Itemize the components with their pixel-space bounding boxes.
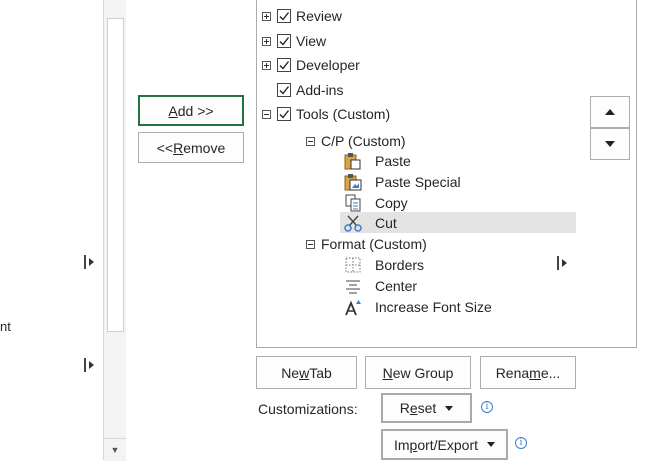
move-up-button[interactable] <box>590 96 630 128</box>
checkbox[interactable] <box>277 83 291 97</box>
checkbox[interactable] <box>277 34 291 48</box>
expand-icon[interactable] <box>262 60 271 70</box>
reset-dropdown-button[interactable]: Re set <box>381 393 472 423</box>
tree-group-format-custom[interactable]: Format (Custom) <box>306 234 427 254</box>
expand-icon[interactable] <box>262 36 271 46</box>
tree-item-review[interactable]: Review <box>262 6 342 26</box>
tree-command-center[interactable]: Center <box>344 276 417 296</box>
left-list-scroll-thumb[interactable] <box>107 18 124 332</box>
tree-item-add-ins[interactable]: Add-ins <box>277 80 343 100</box>
import-export-dropdown-button[interactable]: Im p ort/Export <box>381 429 508 460</box>
remove-button[interactable]: << Remove <box>138 132 244 163</box>
paste-special-icon <box>344 173 362 191</box>
triangle-down-icon <box>605 141 615 147</box>
tree-command-paste-special[interactable]: Paste Special <box>344 172 461 192</box>
rename-button[interactable]: Rena m e... <box>480 356 576 389</box>
left-list-marker <box>84 255 86 269</box>
tree-group-cp-custom[interactable]: C/P (Custom) <box>306 131 406 151</box>
dropdown-arrow-icon <box>445 405 454 411</box>
customizations-label: Customizations: <box>258 401 358 417</box>
tree-item-view[interactable]: View <box>262 31 326 51</box>
left-list-partial-item: nt <box>0 319 11 334</box>
center-align-icon <box>344 277 362 295</box>
scroll-down-arrow-icon[interactable]: ▼ <box>104 438 126 461</box>
scissors-icon <box>344 214 362 232</box>
paste-icon <box>344 152 362 170</box>
submenu-arrow-icon <box>89 361 94 369</box>
triangle-up-icon <box>605 109 615 115</box>
new-group-button[interactable]: New Group <box>365 356 471 389</box>
info-icon[interactable]: i <box>481 401 493 413</box>
tree-item-tools-custom[interactable]: Tools (Custom) <box>262 104 390 124</box>
info-icon[interactable]: i <box>515 437 527 449</box>
move-down-button[interactable] <box>590 128 630 160</box>
tree-command-paste[interactable]: Paste <box>344 151 411 171</box>
tree-command-increase-font-size[interactable]: Increase Font Size <box>344 297 492 317</box>
submenu-arrow-icon <box>89 258 94 266</box>
collapse-icon[interactable] <box>306 239 315 249</box>
submenu-arrow-icon <box>562 259 567 267</box>
dropdown-arrow-icon <box>487 442 496 447</box>
tree-command-copy[interactable]: Copy <box>344 193 408 213</box>
checkbox[interactable] <box>277 9 291 23</box>
tree-item-developer[interactable]: Developer <box>262 55 360 75</box>
tree-command-borders[interactable]: Borders <box>344 255 424 275</box>
checkbox[interactable] <box>277 58 291 72</box>
left-list-scrollbar[interactable]: ▼ <box>103 0 126 461</box>
add-button[interactable]: Add >> <box>138 95 244 126</box>
tree-command-cut[interactable]: Cut <box>344 213 397 233</box>
expand-icon[interactable] <box>262 11 271 21</box>
borders-icon <box>344 256 362 274</box>
tree-marker <box>557 256 559 270</box>
left-list-marker <box>84 358 86 372</box>
increase-font-size-icon <box>344 298 362 316</box>
copy-icon <box>344 194 362 212</box>
new-tab-button[interactable]: Ne w Tab <box>256 356 357 389</box>
checkbox[interactable] <box>277 107 291 121</box>
collapse-icon[interactable] <box>262 109 271 119</box>
collapse-icon[interactable] <box>306 136 315 146</box>
